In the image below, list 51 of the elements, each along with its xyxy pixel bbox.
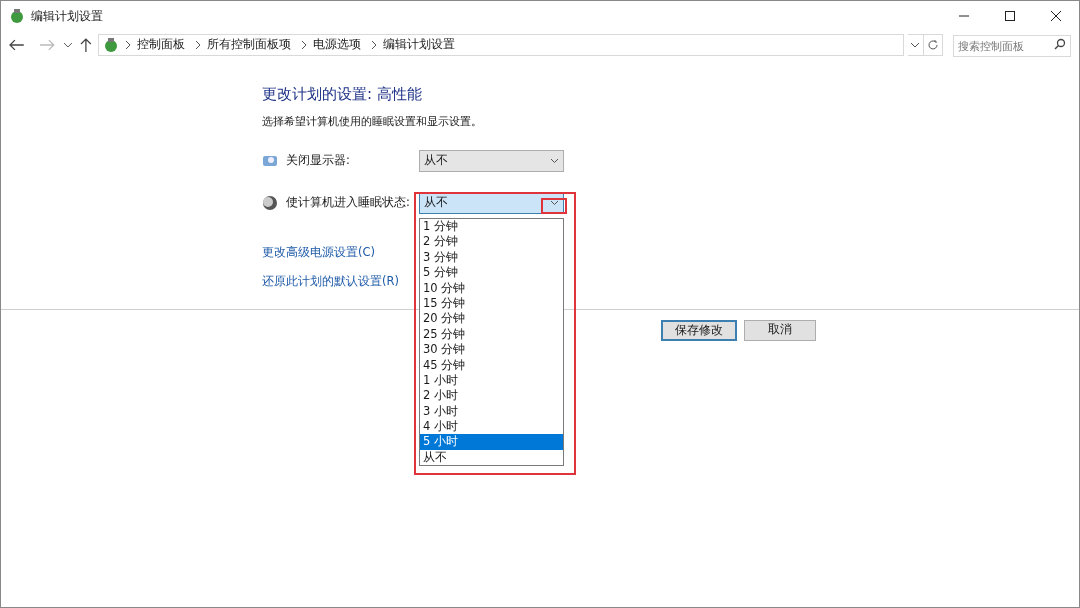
moon-icon bbox=[262, 195, 278, 211]
dropdown-option[interactable]: 4 小时 bbox=[420, 419, 563, 435]
setting-label: 关闭显示器: bbox=[286, 152, 350, 170]
setting-label: 使计算机进入睡眠状态: bbox=[286, 194, 410, 212]
breadcrumb-item[interactable]: 电源选项 bbox=[313, 36, 362, 54]
breadcrumb-item[interactable]: 编辑计划设置 bbox=[383, 36, 456, 54]
dropdown-option[interactable]: 15 分钟 bbox=[420, 295, 563, 312]
dropdown-option[interactable]: 30 分钟 bbox=[420, 342, 563, 358]
dropdown-option[interactable]: 5 分钟 bbox=[420, 265, 563, 281]
close-icon[interactable] bbox=[1051, 11, 1061, 21]
dropdown-option[interactable]: 1 分钟 bbox=[420, 219, 563, 235]
chevron-down-icon bbox=[550, 158, 559, 164]
chevron-down-icon bbox=[550, 200, 559, 206]
page-heading: 更改计划的设置: 高性能 bbox=[262, 84, 423, 105]
dropdown-option[interactable]: 20 分钟 bbox=[420, 311, 563, 327]
dropdown-option[interactable]: 3 小时 bbox=[420, 403, 563, 420]
dialog-button[interactable]: 取消 bbox=[744, 319, 816, 341]
settings-link[interactable]: 还原此计划的默认设置(R) bbox=[262, 273, 399, 291]
power-plug-icon bbox=[9, 8, 25, 24]
maximize-icon[interactable] bbox=[1005, 11, 1015, 21]
dropdown-option[interactable]: 10 分钟 bbox=[420, 280, 563, 296]
dialog-button[interactable]: 保存修改 bbox=[661, 319, 737, 341]
search-field[interactable]: 搜索控制面板 bbox=[953, 35, 1071, 58]
up-arrow-icon[interactable] bbox=[80, 38, 93, 52]
dropdown-option[interactable]: 从不 bbox=[420, 449, 563, 466]
address-bar[interactable]: 控制面板 所有控制面板项 电源选项 编辑计划设置 bbox=[98, 34, 904, 56]
chevron-right-icon bbox=[195, 41, 202, 49]
settings-link[interactable]: 更改高级电源设置(C) bbox=[262, 244, 375, 262]
chevron-right-icon bbox=[371, 41, 378, 49]
dropdown-option[interactable]: 3 分钟 bbox=[420, 249, 563, 266]
chevron-down-icon[interactable] bbox=[62, 41, 73, 49]
search-icon bbox=[1054, 37, 1066, 50]
combo-box[interactable]: 从不 bbox=[419, 150, 564, 172]
refresh-button[interactable] bbox=[923, 34, 943, 56]
chevron-right-icon bbox=[125, 41, 132, 49]
back-arrow-icon[interactable] bbox=[9, 39, 25, 51]
refresh-icon bbox=[927, 39, 940, 51]
dropdown-option[interactable]: 2 小时 bbox=[420, 388, 563, 404]
breadcrumb-item[interactable]: 所有控制面板项 bbox=[207, 36, 292, 54]
chevron-right-icon bbox=[301, 41, 308, 49]
dropdown-option[interactable]: 45 分钟 bbox=[420, 357, 563, 373]
chevron-down-icon bbox=[910, 41, 921, 49]
dropdown-option[interactable]: 25 分钟 bbox=[420, 326, 563, 343]
dropdown-option[interactable]: 1 小时 bbox=[420, 372, 563, 389]
dropdown-option[interactable]: 5 小时 bbox=[420, 434, 563, 450]
dropdown-option[interactable]: 2 分钟 bbox=[420, 234, 563, 250]
page-description: 选择希望计算机使用的睡眠设置和显示设置。 bbox=[262, 113, 483, 130]
monitor-icon bbox=[262, 153, 278, 169]
window-title: 编辑计划设置 bbox=[31, 8, 103, 25]
power-plug-icon bbox=[103, 37, 120, 53]
breadcrumb-item[interactable]: 控制面板 bbox=[137, 36, 186, 54]
